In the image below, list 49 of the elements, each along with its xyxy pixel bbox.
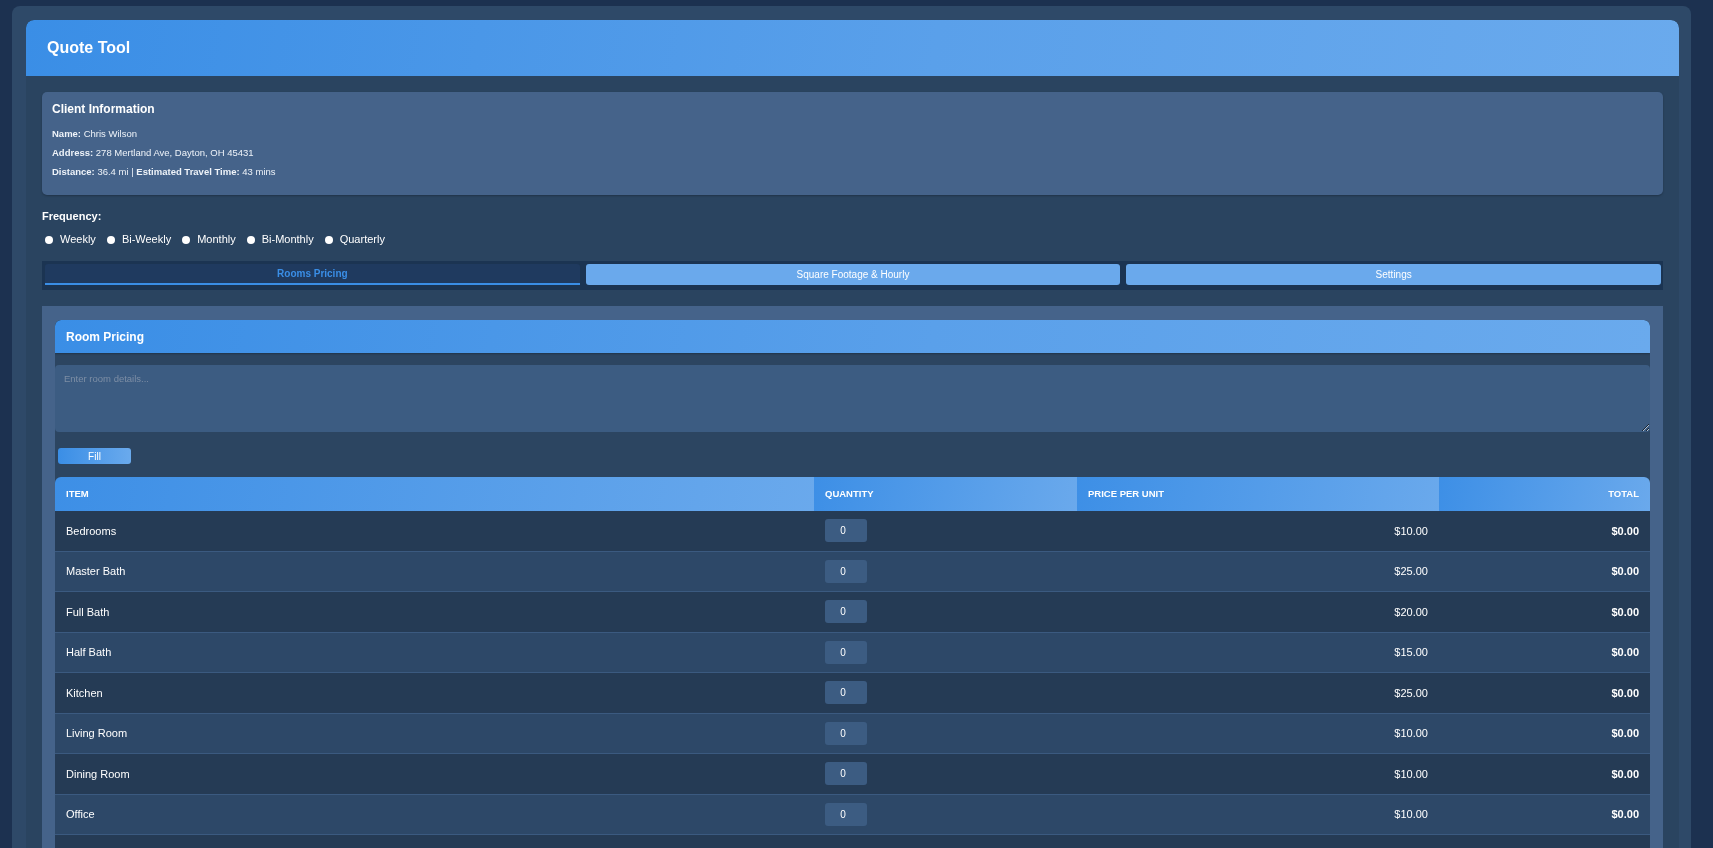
column-header: PRICE PER UNIT — [1077, 477, 1439, 511]
table-cell: $25.00 — [1394, 686, 1428, 699]
frequency-option[interactable]: Bi-Monthly — [246, 231, 314, 247]
column-header: TOTAL — [1439, 477, 1650, 511]
table-cell: $0.00 — [1611, 686, 1639, 699]
app-title: Quote Tool — [47, 39, 131, 57]
client-detail-text: Distance: 36.4 mi | Estimated Travel Time: 43 mins — [52, 165, 277, 179]
section-title: Room Pricing — [66, 329, 144, 344]
table-cell: Kitchen — [66, 686, 103, 699]
table-cell: Bedrooms — [66, 524, 117, 537]
table-cell: $0.00 — [1611, 727, 1639, 740]
table-cell: $25.00 — [1394, 565, 1428, 578]
table-cell: $15.00 — [1394, 646, 1428, 659]
quantity-field[interactable]: 0 — [825, 640, 867, 664]
table-cell: $10.00 — [1394, 767, 1428, 780]
column-header: QUANTITY — [814, 477, 1077, 511]
table-cell: Dining Room — [66, 767, 130, 780]
table-cell: Master Bath — [66, 565, 126, 578]
frequency-option[interactable]: Weekly — [45, 231, 96, 247]
table-cell: $0.00 — [1611, 565, 1639, 578]
table-cell: Living Room — [66, 727, 128, 740]
frequency-label: Frequency: — [42, 209, 103, 223]
column-header: ITEM — [55, 477, 814, 511]
card-title: Client Information — [52, 101, 156, 117]
table-cell: Half Bath — [66, 646, 112, 659]
client-detail-text: Name: Chris Wilson — [52, 127, 138, 141]
table-cell: $10.00 — [1394, 524, 1428, 537]
table-cell: $0.00 — [1611, 524, 1639, 537]
quantity-field[interactable]: 0 — [825, 721, 867, 745]
table-cell: $0.00 — [1611, 808, 1639, 821]
room-details-field[interactable]: Enter room details... — [55, 365, 1650, 432]
frequency-option[interactable]: Monthly — [182, 231, 236, 247]
quantity-field[interactable]: 0 — [825, 762, 867, 786]
quantity-field[interactable]: 0 — [825, 802, 867, 826]
frequency-option[interactable]: Quarterly — [324, 231, 385, 247]
quantity-field[interactable]: 0 — [825, 681, 867, 705]
frequency-option[interactable]: Bi-Weekly — [106, 231, 172, 247]
client-detail-text: Address: 278 Mertland Ave, Dayton, OH 45431 — [52, 146, 255, 160]
quantity-field[interactable]: 0 — [825, 519, 867, 543]
table-cell: $20.00 — [1394, 605, 1428, 618]
table-cell: $10.00 — [1394, 727, 1428, 740]
table-cell: Full Bath — [66, 605, 110, 618]
table-cell: Office — [66, 808, 95, 821]
table-cell: $10.00 — [1394, 808, 1428, 821]
table-cell: $0.00 — [1611, 605, 1639, 618]
table-cell: $0.00 — [1611, 767, 1639, 780]
quantity-field[interactable]: 0 — [825, 600, 867, 624]
table-cell: $0.00 — [1611, 646, 1639, 659]
quantity-field[interactable]: 0 — [825, 559, 867, 583]
